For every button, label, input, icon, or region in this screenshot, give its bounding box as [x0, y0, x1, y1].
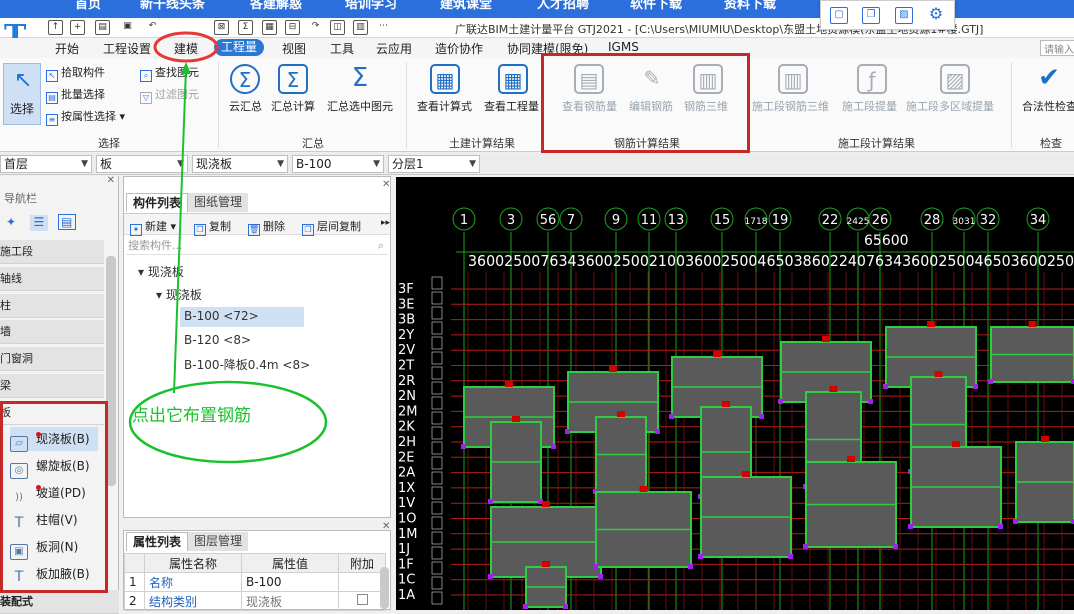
annotation-overlay [128, 31, 328, 464]
annotation-callout-text: 点出它布置钢筋 [132, 406, 251, 426]
